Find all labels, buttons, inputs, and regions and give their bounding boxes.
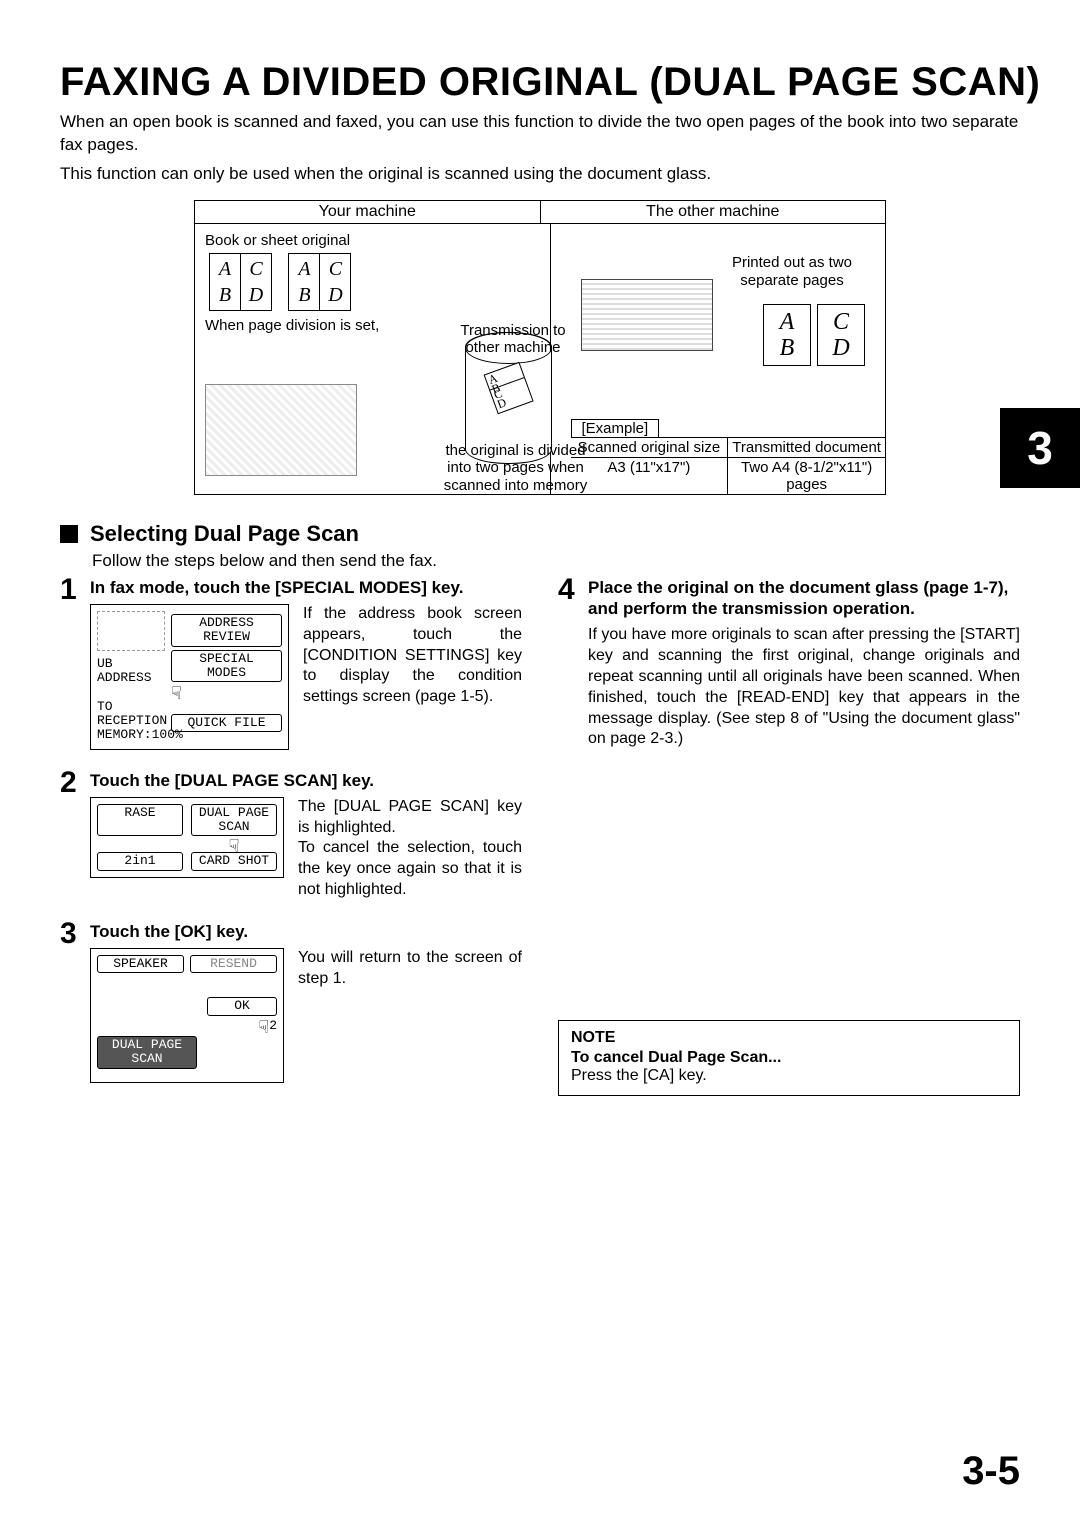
step-text: The [DUAL PAGE SCAN] key is highlighted.… (298, 797, 522, 901)
section-heading: Selecting Dual Page Scan (60, 521, 1020, 547)
dual-page-scan-key-inverted: DUAL PAGE SCAN (97, 1036, 197, 1069)
book-icon: AB CD (209, 253, 272, 311)
step-1: 1 In fax mode, touch the [SPECIAL MODES]… (60, 577, 522, 750)
example-label: [Example] (571, 419, 660, 437)
intro-paragraph-2: This function can only be used when the … (60, 163, 1020, 186)
special-modes-key: SPECIAL MODES (171, 650, 282, 683)
example-value-transmitted: Two A4 (8-1/2"x11") pages (728, 458, 885, 494)
output-pages-icon: AB CD (763, 304, 865, 366)
example-header-scanned: Scanned original size (571, 438, 729, 457)
quick-file-key: QUICK FILE (171, 714, 282, 732)
step-title: Touch the [DUAL PAGE SCAN] key. (90, 770, 522, 791)
step-title: Place the original on the document glass… (588, 577, 1020, 620)
page-number: 3-5 (962, 1449, 1020, 1494)
dual-page-diagram: Your machine The other machine Book or s… (194, 200, 886, 495)
diagram-header-your-machine: Your machine (195, 201, 541, 224)
note-heading: NOTE (571, 1029, 1007, 1047)
example-header-transmitted: Transmitted document (728, 438, 885, 457)
example-value-scanned: A3 (11"x17") (571, 458, 729, 494)
page-title: FAXING A DIVIDED ORIGINAL (DUAL PAGE SCA… (60, 60, 1020, 105)
step-number: 4 (558, 573, 575, 607)
step-number: 3 (60, 917, 77, 951)
book-label: Book or sheet original (205, 232, 540, 249)
step-text: You will return to the screen of step 1. (298, 948, 522, 990)
section-lead: Follow the steps below and then send the… (92, 551, 1020, 571)
step-2: 2 Touch the [DUAL PAGE SCAN] key. RASE D… (60, 770, 522, 901)
note-subheading: To cancel Dual Page Scan... (571, 1049, 1007, 1067)
lcd-panel-step1: UB ADDRESS TO RECEPTION MEMORY:100% ADDR… (90, 604, 289, 749)
ok-key: OK (207, 997, 277, 1015)
step-text: If you have more originals to scan after… (588, 625, 1020, 750)
step-3: 3 Touch the [OK] key. SPEAKER RESEND OK … (60, 921, 522, 1083)
book-icon: AB CD (288, 253, 351, 311)
printed-note: Printed out as two separate pages (717, 254, 867, 290)
lcd-panel-step3: SPEAKER RESEND OK ☟2 DUAL PAGE SCAN (90, 948, 284, 1082)
erase-key: RASE (97, 804, 183, 837)
intro-paragraph-1: When an open book is scanned and faxed, … (60, 111, 1020, 157)
step-4: 4 Place the original on the document gla… (558, 577, 1020, 750)
chapter-tab: 3 (1000, 408, 1080, 488)
fax-machine-icon (581, 279, 713, 351)
two-in-one-key: 2in1 (97, 852, 183, 870)
step-number: 2 (60, 766, 77, 800)
resend-key: RESEND (190, 955, 277, 973)
address-review-key: ADDRESS REVIEW (171, 614, 282, 647)
section-title: Selecting Dual Page Scan (90, 521, 359, 547)
note-box: NOTE To cancel Dual Page Scan... Press t… (558, 1020, 1020, 1096)
lcd-panel-step2: RASE DUAL PAGE SCAN ☟ 2in1 CARD SHOT (90, 797, 284, 878)
bullet-square-icon (60, 525, 78, 543)
step-title: In fax mode, touch the [SPECIAL MODES] k… (90, 577, 522, 598)
dual-page-scan-key: DUAL PAGE SCAN (191, 804, 277, 837)
step-text: If the address book screen appears, touc… (303, 604, 522, 708)
diagram-header-other-machine: The other machine (541, 201, 886, 224)
step-number: 1 (60, 573, 77, 607)
scanner-icon (205, 384, 357, 476)
step-title: Touch the [OK] key. (90, 921, 522, 942)
example-table: [Example] Scanned original size Transmit… (571, 419, 886, 494)
speaker-key: SPEAKER (97, 955, 184, 973)
note-body: Press the [CA] key. (571, 1067, 1007, 1085)
